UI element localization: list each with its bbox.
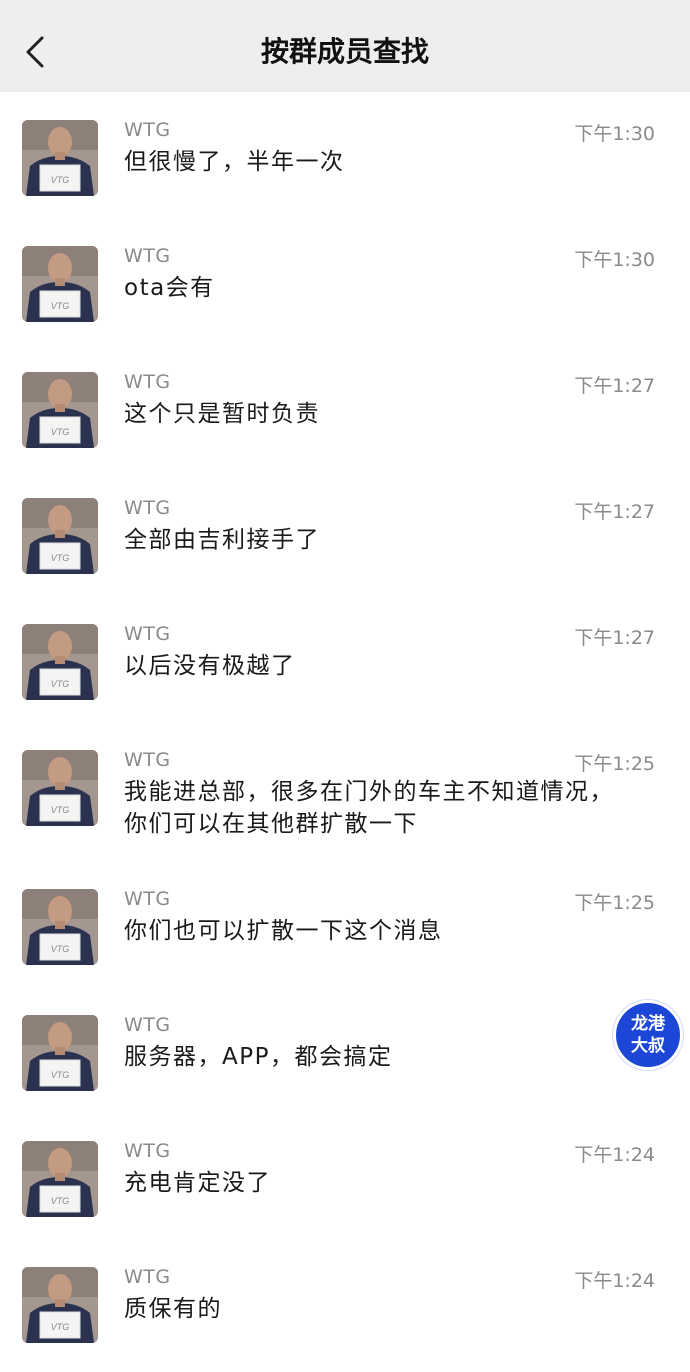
sender-name: WTG (124, 497, 171, 519)
svg-text:VTG: VTG (51, 553, 70, 563)
avatar-image: VTG (22, 1267, 98, 1343)
sender-name: WTG (124, 888, 171, 910)
avatar[interactable]: VTG (22, 1015, 98, 1091)
sender-name: WTG (124, 371, 171, 393)
message-text: 但很慢了，半年一次 (124, 149, 345, 175)
avatar-image: VTG (22, 372, 98, 448)
avatar-image: VTG (22, 120, 98, 196)
message-text: 以后没有极越了 (124, 653, 296, 679)
message-time: 下午1:30 (574, 123, 655, 145)
avatar[interactable]: VTG (22, 120, 98, 196)
message-time: 下午1:25 (574, 753, 655, 775)
svg-text:VTG: VTG (51, 1322, 70, 1332)
message-time: 下午1:30 (574, 249, 655, 271)
message-text: 这个只是暂时负责 (124, 401, 320, 427)
message-time: 下午1:25 (574, 892, 655, 914)
avatar-image: VTG (22, 1141, 98, 1217)
avatar-image: VTG (22, 1015, 98, 1091)
sender-name: WTG (124, 623, 171, 645)
avatar[interactable]: VTG (22, 889, 98, 965)
avatar[interactable]: VTG (22, 246, 98, 322)
sender-name: WTG (124, 245, 171, 267)
svg-text:VTG: VTG (51, 301, 70, 311)
message-time: 下午1:27 (574, 501, 655, 523)
avatar[interactable]: VTG (22, 1267, 98, 1343)
message-text: 充电肯定没了 (124, 1170, 271, 1196)
svg-text:VTG: VTG (51, 1196, 70, 1206)
message-time: 下午1:24 (574, 1270, 655, 1292)
message-text: 你们也可以扩散一下这个消息 (124, 918, 443, 944)
message-time: 下午1:24 (574, 1144, 655, 1166)
sender-name: WTG (124, 1266, 171, 1288)
sender-name: WTG (124, 1014, 171, 1036)
avatar-image: VTG (22, 889, 98, 965)
avatar[interactable]: VTG (22, 498, 98, 574)
sender-name: WTG (124, 749, 171, 771)
message-text: ota会有 (124, 275, 215, 301)
svg-text:VTG: VTG (51, 679, 70, 689)
message-time: 下午1:27 (574, 627, 655, 649)
avatar[interactable]: VTG (22, 624, 98, 700)
svg-text:VTG: VTG (51, 805, 70, 815)
svg-text:VTG: VTG (51, 1070, 70, 1080)
svg-text:VTG: VTG (51, 944, 70, 954)
avatar-image: VTG (22, 624, 98, 700)
watermark-text: 龙港大叔 (631, 1014, 665, 1056)
message-text: 质保有的 (124, 1296, 222, 1322)
avatar-image: VTG (22, 498, 98, 574)
avatar[interactable]: VTG (22, 750, 98, 826)
sender-name: WTG (124, 119, 171, 141)
page-title: 按群成员查找 (260, 35, 429, 68)
message-text: 服务器，APP，都会搞定 (124, 1044, 393, 1070)
app-header: 按群成员查找 (0, 0, 690, 92)
message-time: 下午1:27 (574, 375, 655, 397)
svg-text:VTG: VTG (51, 175, 70, 185)
sender-name: WTG (124, 1140, 171, 1162)
avatar[interactable]: VTG (22, 1141, 98, 1217)
message-text: 全部由吉利接手了 (124, 527, 320, 553)
avatar-image: VTG (22, 246, 98, 322)
message-text: 我能进总部，很多在门外的车主不知道情况， 你们可以在其他群扩散一下 (124, 779, 614, 837)
watermark-badge: 龙港大叔 (613, 1000, 683, 1070)
svg-text:VTG: VTG (51, 427, 70, 437)
avatar-image: VTG (22, 750, 98, 826)
avatar[interactable]: VTG (22, 372, 98, 448)
